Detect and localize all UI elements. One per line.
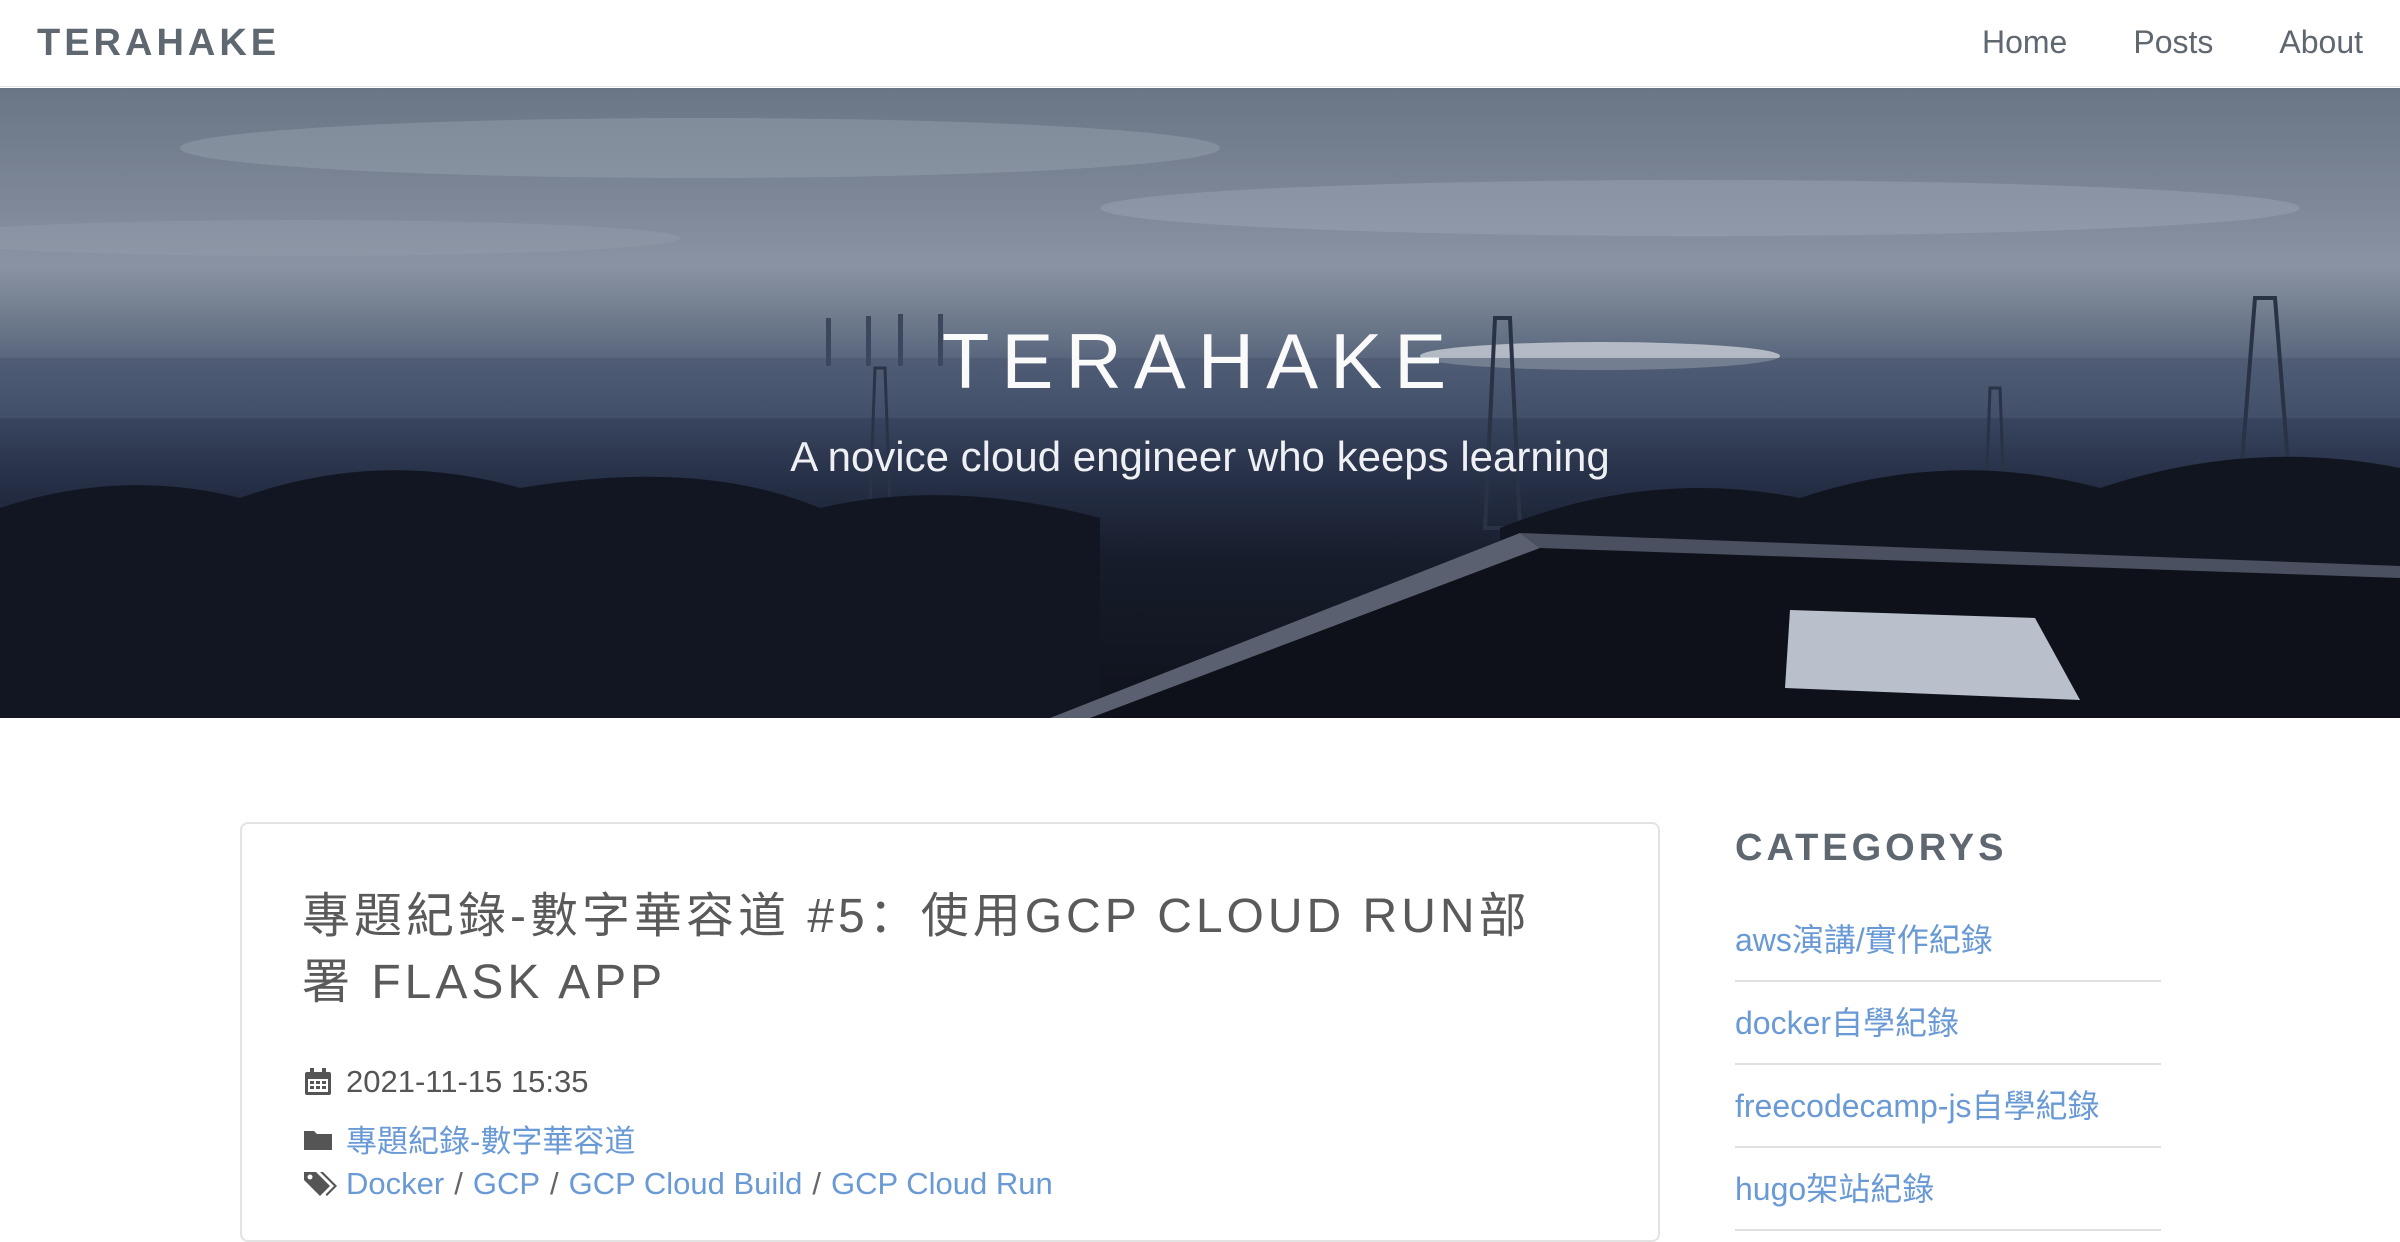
category-item: aws演講/實作紀錄 [1735, 900, 2161, 982]
tag-link-docker[interactable]: Docker [346, 1166, 444, 1202]
tag-separator: / [454, 1166, 463, 1201]
category-item: docker自學紀錄 [1735, 983, 2161, 1065]
post-title[interactable]: 專題紀錄-數字華容道 #5：使用GCP CLOUD RUN部署 FLASK AP… [302, 884, 1542, 1016]
tag-link-gcp[interactable]: GCP [473, 1166, 540, 1202]
category-link-hugo[interactable]: hugo架站紀錄 [1735, 1164, 1934, 1210]
top-navbar: TERAHAKE Home Posts About [0, 0, 2400, 87]
hero-title: TERAHAKE [941, 317, 1459, 405]
nav-links: Home Posts About [1916, 24, 2363, 61]
category-link-docker[interactable]: docker自學紀錄 [1735, 998, 1959, 1044]
tags-icon [302, 1168, 337, 1200]
category-link-aws[interactable]: aws演講/實作紀錄 [1735, 915, 1993, 961]
category-item: freecodecamp-js自學紀錄 [1735, 1066, 2161, 1148]
tag-link-gcp-cloud-build[interactable]: GCP Cloud Build [569, 1166, 803, 1202]
hero-subtitle: A novice cloud engineer who keeps learni… [790, 433, 1610, 480]
category-link-freecodecamp[interactable]: freecodecamp-js自學紀錄 [1735, 1081, 2100, 1127]
post-date-row: 2021-11-15 15:35 [302, 1064, 588, 1100]
post-category-link[interactable]: 專題紀錄-數字華容道 [346, 1116, 635, 1161]
calendar-icon [302, 1066, 334, 1098]
nav-link-home[interactable]: Home [1982, 24, 2067, 61]
post-card: 專題紀錄-數字華容道 #5：使用GCP CLOUD RUN部署 FLASK AP… [240, 822, 1660, 1242]
category-item: hugo架站紀錄 [1735, 1149, 2161, 1231]
post-tags-row: Docker / GCP / GCP Cloud Build / GCP Clo… [302, 1166, 1053, 1202]
nav-link-about[interactable]: About [2279, 24, 2363, 61]
post-category-row: 專題紀錄-數字華容道 [302, 1116, 635, 1161]
tag-separator: / [812, 1166, 822, 1201]
nav-link-posts[interactable]: Posts [2133, 24, 2213, 61]
tag-separator: / [550, 1166, 559, 1201]
categories-heading: CATEGORYS [1735, 827, 2008, 869]
hero-banner: TERAHAKE A novice cloud engineer who kee… [0, 88, 2400, 718]
tag-link-gcp-cloud-run[interactable]: GCP Cloud Run [831, 1166, 1053, 1202]
site-brand-link[interactable]: TERAHAKE [37, 22, 280, 65]
post-date: 2021-11-15 15:35 [346, 1064, 589, 1099]
folder-icon [302, 1123, 334, 1155]
